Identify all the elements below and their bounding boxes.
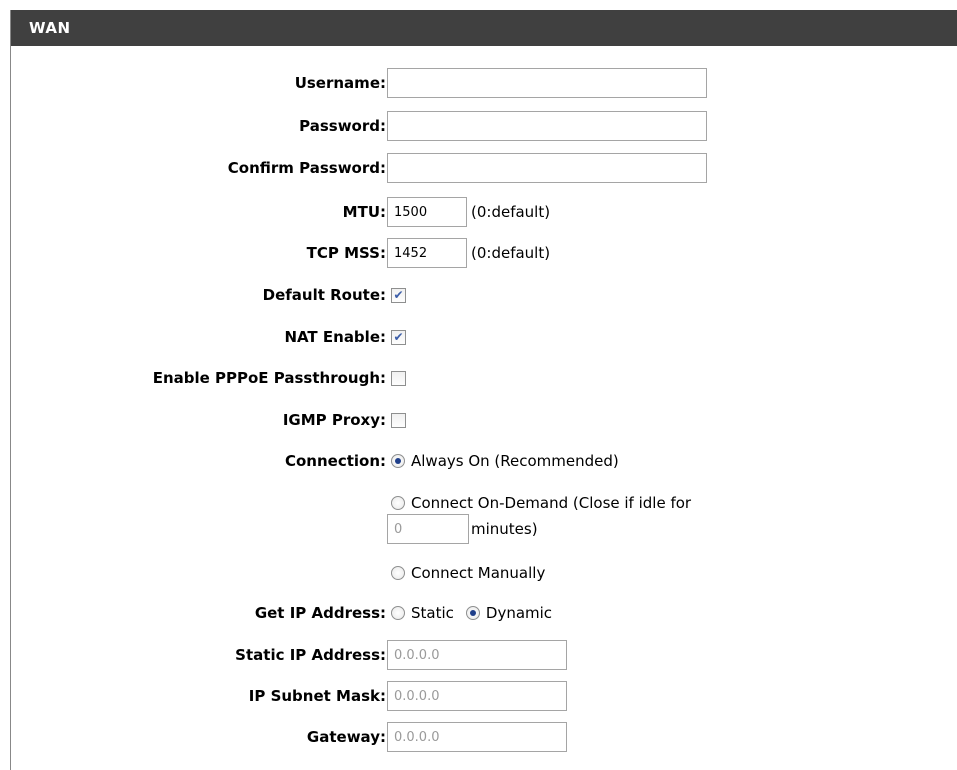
mtu-input[interactable] — [387, 197, 467, 227]
default-route-checkbox[interactable]: ✔ — [391, 287, 406, 303]
default-route-label: Default Route: — [262, 286, 386, 304]
mtu-row: MTU: (0:default) — [11, 195, 957, 229]
radio-selected-dot — [469, 610, 476, 616]
radio-selected-dot — [395, 458, 401, 464]
idle-time-row: minutes) — [11, 512, 957, 546]
connection-row: Connection: Always On (Recommended) — [11, 444, 957, 478]
get-ip-row: Get IP Address: Static Dynamic — [11, 596, 957, 630]
pppoe-passthrough-label: Enable PPPoE Passthrough: — [152, 369, 386, 387]
username-row: Username: — [11, 66, 957, 100]
tcp-mss-label: TCP MSS: — [306, 244, 386, 262]
tcp-mss-row: TCP MSS: (0:default) — [11, 236, 957, 270]
gateway-row: Gateway: — [11, 720, 957, 754]
confirm-password-row: Confirm Password: — [11, 151, 957, 185]
nat-enable-row: NAT Enable: ✔ — [11, 320, 957, 354]
connection-on-demand-label: Connect On-Demand (Close if idle for — [411, 494, 692, 512]
get-ip-dynamic-label: Dynamic — [485, 604, 553, 622]
mtu-label: MTU: — [342, 203, 386, 221]
username-input[interactable] — [387, 68, 707, 98]
get-ip-dynamic-radio[interactable] — [465, 606, 480, 620]
pppoe-passthrough-row: Enable PPPoE Passthrough: — [11, 361, 957, 395]
connection-always-on-label: Always On (Recommended) — [411, 452, 619, 470]
password-row: Password: — [11, 109, 957, 143]
get-ip-static-radio[interactable] — [391, 606, 405, 620]
get-ip-static-label: Static — [411, 604, 454, 622]
connection-manual-radio[interactable] — [391, 566, 405, 580]
default-route-row: Default Route: ✔ — [11, 278, 957, 312]
connection-label: Connection: — [284, 452, 386, 470]
igmp-proxy-checkbox[interactable] — [391, 412, 406, 428]
get-ip-label: Get IP Address: — [254, 604, 386, 622]
connection-manual-label: Connect Manually — [411, 564, 546, 582]
idle-time-suffix: minutes) — [471, 520, 538, 538]
tcp-mss-input[interactable] — [387, 238, 467, 268]
igmp-proxy-label: IGMP Proxy: — [282, 411, 386, 429]
subnet-mask-label: IP Subnet Mask: — [248, 687, 386, 705]
nat-enable-checkbox[interactable]: ✔ — [391, 329, 406, 345]
static-ip-row: Static IP Address: — [11, 638, 957, 672]
idle-time-input[interactable] — [387, 514, 469, 544]
mtu-hint: (0:default) — [471, 203, 551, 221]
igmp-proxy-row: IGMP Proxy: — [11, 403, 957, 437]
gateway-input[interactable] — [387, 722, 567, 752]
connection-always-on-radio[interactable] — [391, 454, 405, 468]
section-title: WAN — [11, 10, 957, 46]
wan-panel: WAN Username: Password: Confirm Password… — [10, 10, 957, 770]
nat-enable-label: NAT Enable: — [284, 328, 386, 346]
subnet-mask-input[interactable] — [387, 681, 567, 711]
tcp-mss-hint: (0:default) — [471, 244, 551, 262]
connection-manual-row: Connect Manually — [11, 556, 957, 590]
connection-on-demand-radio[interactable] — [391, 496, 405, 510]
static-ip-input[interactable] — [387, 640, 567, 670]
pppoe-passthrough-checkbox[interactable] — [391, 370, 406, 386]
gateway-label: Gateway: — [306, 728, 386, 746]
subnet-mask-row: IP Subnet Mask: — [11, 679, 957, 713]
username-label: Username: — [294, 74, 386, 92]
confirm-password-input[interactable] — [387, 153, 707, 183]
password-label: Password: — [299, 117, 386, 135]
confirm-password-label: Confirm Password: — [227, 159, 386, 177]
static-ip-label: Static IP Address: — [235, 646, 386, 664]
password-input[interactable] — [387, 111, 707, 141]
